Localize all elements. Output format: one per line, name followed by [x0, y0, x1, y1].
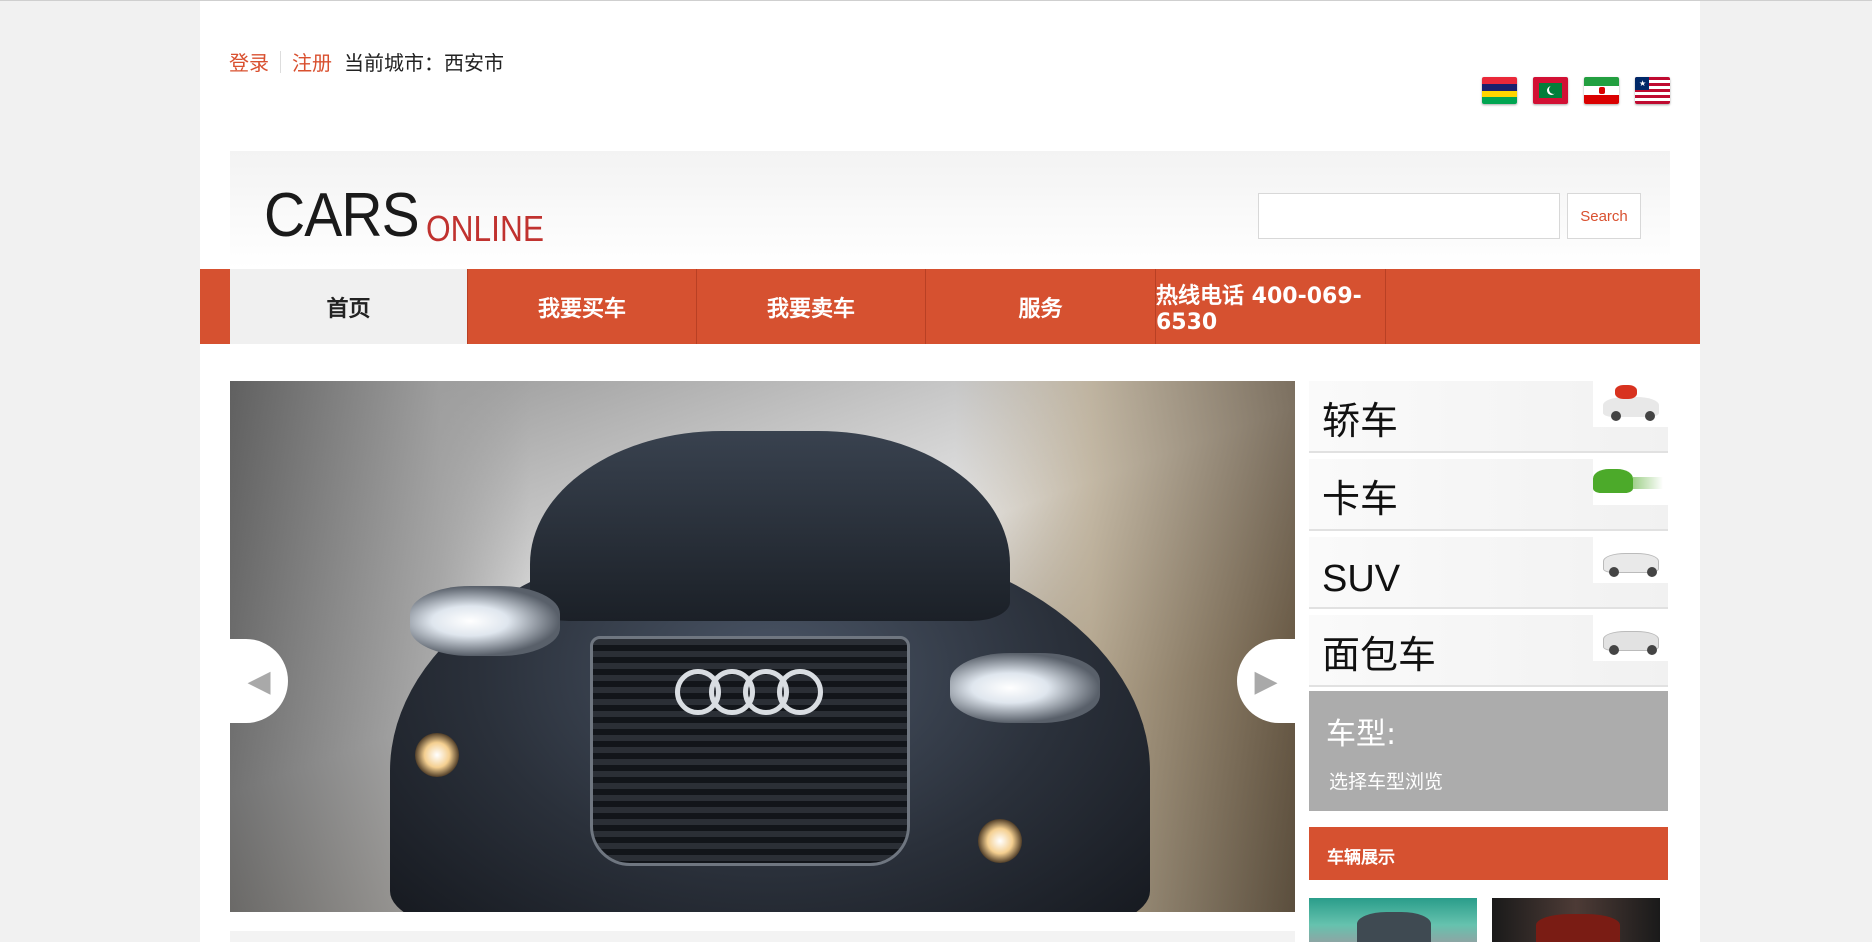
- vehicle-thumbnail[interactable]: [1492, 898, 1660, 942]
- car-thumbnail-icon: [1593, 537, 1668, 583]
- category-suv[interactable]: SUV: [1309, 537, 1668, 609]
- logo-main: CARS: [264, 181, 420, 250]
- category-van[interactable]: 面包车: [1309, 615, 1668, 687]
- iran-flag-icon[interactable]: [1584, 77, 1619, 104]
- headlight: [410, 586, 560, 656]
- chevron-right-icon: ▶: [1254, 663, 1278, 699]
- nav-item-buy[interactable]: 我要买车: [468, 269, 697, 344]
- site-logo[interactable]: CARS ONLINE: [264, 185, 560, 247]
- search-button[interactable]: Search: [1567, 193, 1641, 239]
- logo-sub: ONLINE: [426, 208, 545, 249]
- nav-item-home[interactable]: 首页: [230, 269, 468, 344]
- top-bar: 登录 注册 当前城市：西安市: [229, 47, 504, 76]
- showcase-header: 车辆展示: [1309, 827, 1668, 880]
- page-container: 登录 注册 当前城市：西安市 ★ CARS ONLINE Search 首页 我…: [200, 1, 1700, 942]
- car-type-panel[interactable]: 车型: 选择车型浏览: [1309, 691, 1668, 811]
- car-thumbnail-icon: [1593, 381, 1668, 427]
- language-flags: ★: [1482, 77, 1670, 104]
- fog-light: [978, 819, 1022, 863]
- fog-light: [415, 733, 459, 777]
- nav-item-service[interactable]: 服务: [926, 269, 1156, 344]
- nav-item-hotline[interactable]: 热线电话 400-069-6530: [1156, 269, 1386, 344]
- maldives-flag-icon[interactable]: [1533, 77, 1568, 104]
- category-sedan[interactable]: 轿车: [1309, 381, 1668, 453]
- vehicle-thumbnail[interactable]: [1309, 898, 1477, 942]
- headlight: [950, 653, 1100, 723]
- hero-slider[interactable]: ◀ ▶: [230, 381, 1295, 912]
- category-label: 面包车: [1322, 635, 1437, 677]
- category-label: 轿车: [1322, 401, 1399, 443]
- category-truck[interactable]: 卡车: [1309, 459, 1668, 531]
- brand-logo-icon: [675, 669, 823, 715]
- liberia-flag-icon[interactable]: ★: [1635, 77, 1670, 104]
- car-type-description: 选择车型浏览: [1329, 771, 1444, 793]
- divider: [280, 50, 281, 73]
- chevron-left-icon: ◀: [247, 663, 271, 699]
- car-thumbnail-icon: [1593, 615, 1668, 661]
- showcase-title: 车辆展示: [1327, 848, 1395, 868]
- car-type-title: 车型:: [1326, 717, 1397, 752]
- login-link[interactable]: 登录: [229, 47, 269, 76]
- category-label: SUV: [1322, 558, 1401, 600]
- main-nav: 首页 我要买车 我要卖车 服务 热线电话 400-069-6530: [200, 269, 1700, 344]
- mauritius-flag-icon[interactable]: [1482, 77, 1517, 104]
- nav-item-sell[interactable]: 我要卖车: [697, 269, 926, 344]
- search-input[interactable]: [1258, 193, 1560, 239]
- content-panel: [230, 931, 1295, 942]
- site-header: CARS ONLINE Search: [230, 151, 1670, 269]
- current-city: 当前城市：西安市: [344, 51, 504, 75]
- car-thumbnail-icon: [1593, 459, 1668, 505]
- car-windshield: [530, 431, 1010, 621]
- register-link[interactable]: 注册: [292, 47, 332, 76]
- category-label: 卡车: [1322, 479, 1399, 521]
